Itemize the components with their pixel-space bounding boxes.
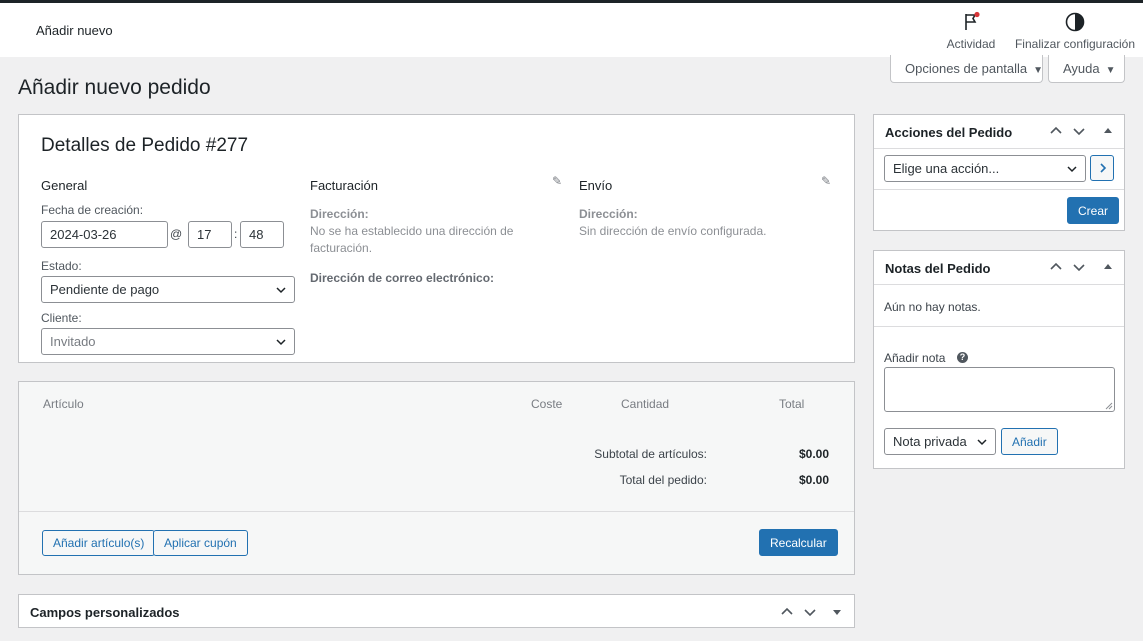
half-circle-icon: [1012, 11, 1138, 33]
caret-down-icon: ▼: [1033, 65, 1044, 76]
customer-label: Cliente:: [41, 311, 82, 325]
finish-setup-label: Finalizar configuración: [1014, 37, 1136, 51]
no-notes-text: Aún no hay notas.: [884, 300, 981, 314]
shipping-address-text: Sin dirección de envío configurada.: [579, 224, 767, 238]
minute-input[interactable]: 48: [240, 221, 284, 248]
finish-setup-button[interactable]: Finalizar configuración: [1012, 11, 1138, 51]
order-action-select[interactable]: Elige una acción...: [884, 155, 1086, 182]
actions-divider: [874, 189, 1124, 190]
order-total-label: Total del pedido:: [619, 473, 707, 487]
move-up-icon[interactable]: [780, 605, 794, 619]
billing-address-label: Dirección:: [310, 207, 369, 221]
note-textarea[interactable]: [884, 367, 1115, 412]
toggle-panel-icon[interactable]: [1102, 261, 1114, 273]
top-header-bar: Añadir nuevo Actividad Finalizar configu…: [0, 3, 1143, 57]
help-button[interactable]: Ayuda ▼: [1048, 55, 1125, 83]
move-down-icon[interactable]: [1072, 260, 1086, 274]
order-notes-box: Notas del Pedido Aún no hay notas. Añadi…: [873, 250, 1125, 469]
chevron-right-icon: [1100, 163, 1107, 173]
order-notes-title: Notas del Pedido: [885, 261, 991, 276]
items-divider: [19, 511, 854, 512]
screen-options-button[interactable]: Opciones de pantalla ▼: [890, 55, 1043, 83]
help-label: Ayuda: [1063, 61, 1100, 76]
caret-down-icon: ▼: [1105, 65, 1116, 76]
subtotal-label: Subtotal de artículos:: [594, 447, 707, 461]
shipping-address-label: Dirección:: [579, 207, 638, 221]
move-down-icon[interactable]: [1072, 124, 1086, 138]
order-notes-header: Notas del Pedido: [874, 251, 1124, 285]
add-note-button[interactable]: Añadir: [1001, 428, 1058, 455]
add-items-button[interactable]: Añadir artículo(s): [42, 530, 156, 556]
hour-input[interactable]: 17: [188, 221, 232, 248]
header-title: Añadir nuevo: [36, 23, 113, 38]
toggle-panel-icon[interactable]: [1102, 125, 1114, 137]
billing-address-text: No se ha establecido una dirección de fa…: [310, 224, 514, 255]
order-action-select-value: Elige una acción...: [893, 161, 1000, 176]
screen-options-label: Opciones de pantalla: [905, 61, 1028, 76]
column-header-total: Total: [779, 397, 805, 411]
billing-heading: Facturación: [310, 178, 378, 193]
apply-action-button[interactable]: [1090, 155, 1114, 181]
custom-fields-box: Campos personalizados: [18, 594, 855, 628]
order-total-value: $0.00: [799, 473, 830, 487]
create-button[interactable]: Crear: [1067, 197, 1120, 224]
add-note-label: Añadir nota: [884, 351, 946, 365]
activity-button[interactable]: Actividad: [942, 11, 1000, 51]
resize-handle-icon[interactable]: [1105, 402, 1113, 410]
note-type-value: Nota privada: [893, 434, 967, 449]
page-title: Añadir nuevo pedido: [18, 76, 211, 99]
subtotal-value: $0.00: [799, 447, 830, 461]
customer-select[interactable]: Invitado: [41, 328, 295, 355]
custom-fields-title: Campos personalizados: [30, 605, 180, 620]
status-select[interactable]: Pendiente de pago: [41, 276, 295, 303]
order-actions-header: Acciones del Pedido: [874, 115, 1124, 149]
note-type-select[interactable]: Nota privada: [884, 428, 996, 455]
column-header-item: Artículo: [43, 397, 84, 411]
at-symbol: @: [170, 227, 183, 241]
help-tip-icon[interactable]: ?: [957, 352, 968, 363]
order-actions-box: Acciones del Pedido Elige una acción... …: [873, 114, 1125, 231]
billing-email-label: Dirección de correo electrónico:: [310, 271, 495, 285]
chevron-down-icon: [276, 287, 286, 294]
order-items-box: Artículo Coste Cantidad Total Subtotal d…: [18, 381, 855, 575]
status-label: Estado:: [41, 259, 82, 273]
edit-billing-pencil-icon[interactable]: ✎: [552, 174, 562, 188]
chevron-down-icon: [1067, 166, 1077, 173]
shipping-heading: Envío: [579, 178, 613, 193]
edit-shipping-pencil-icon[interactable]: ✎: [821, 174, 831, 188]
customer-select-value: Invitado: [50, 334, 96, 349]
move-up-icon[interactable]: [1049, 124, 1063, 138]
date-created-input[interactable]: 2024-03-26: [41, 221, 168, 248]
general-heading: General: [41, 178, 88, 193]
order-actions-title: Acciones del Pedido: [885, 125, 1013, 140]
activity-label: Actividad: [946, 37, 996, 51]
status-select-value: Pendiente de pago: [50, 282, 160, 297]
recalculate-button[interactable]: Recalcular: [759, 529, 838, 556]
move-down-icon[interactable]: [803, 605, 817, 619]
date-created-label: Fecha de creación:: [41, 203, 144, 217]
toggle-panel-icon[interactable]: [831, 606, 843, 618]
column-header-quantity: Cantidad: [621, 397, 670, 411]
move-up-icon[interactable]: [1049, 260, 1063, 274]
notes-divider: [874, 326, 1124, 327]
apply-coupon-button[interactable]: Aplicar cupón: [153, 530, 248, 556]
order-details-box: Detalles de Pedido #277 General Fecha de…: [18, 114, 855, 363]
chevron-down-icon: [977, 439, 987, 446]
chevron-down-icon: [276, 339, 286, 346]
time-colon: :: [234, 227, 238, 241]
flag-icon: [942, 11, 1000, 33]
order-heading: Detalles de Pedido #277: [41, 135, 249, 156]
column-header-cost: Coste: [531, 397, 563, 411]
